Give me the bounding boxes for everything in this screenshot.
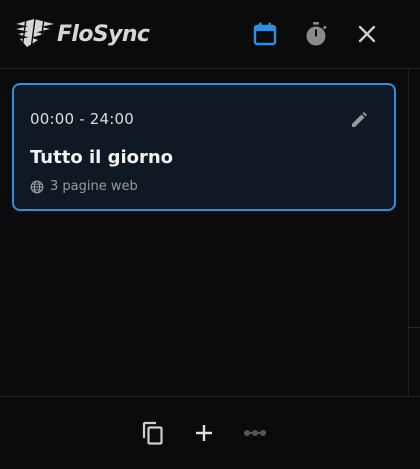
schedule-time-range: 00:00 - 24:00 bbox=[30, 110, 135, 128]
schedule-card[interactable]: 00:00 - 24:00 Tutto il giorno 3 pagine w… bbox=[12, 83, 396, 211]
header-bar: FloSync bbox=[0, 0, 420, 69]
footer-bar bbox=[0, 396, 420, 469]
app-window: FloSync 00:00 - 24:00 Tutto il giorno 3 … bbox=[0, 0, 420, 469]
app-name: FloSync bbox=[57, 21, 150, 47]
close-button[interactable] bbox=[351, 18, 383, 50]
scrollbar-divider bbox=[408, 327, 420, 328]
pencil-icon bbox=[352, 112, 367, 127]
schedule-pages-count: 3 pagine web bbox=[50, 179, 138, 194]
copy-button[interactable] bbox=[138, 418, 168, 448]
timer-icon bbox=[306, 22, 327, 46]
schedule-list: 00:00 - 24:00 Tutto il giorno 3 pagine w… bbox=[0, 69, 408, 396]
app-logo: FloSync bbox=[14, 16, 150, 52]
schedule-meta: 3 pagine web bbox=[30, 179, 138, 194]
scrollbar-track[interactable] bbox=[408, 69, 420, 396]
plus-icon bbox=[196, 425, 212, 441]
timer-button[interactable] bbox=[300, 18, 332, 50]
add-button[interactable] bbox=[189, 418, 219, 448]
edit-button[interactable] bbox=[348, 109, 370, 131]
more-button[interactable] bbox=[240, 418, 270, 448]
globe-icon bbox=[30, 180, 44, 193]
calendar-icon bbox=[253, 22, 277, 46]
calendar-button[interactable] bbox=[249, 18, 281, 50]
schedule-title: Tutto il giorno bbox=[30, 147, 174, 168]
close-icon bbox=[358, 25, 376, 43]
flosync-logo-icon bbox=[16, 19, 54, 49]
copy-icon bbox=[142, 421, 163, 445]
more-icon bbox=[244, 430, 266, 436]
